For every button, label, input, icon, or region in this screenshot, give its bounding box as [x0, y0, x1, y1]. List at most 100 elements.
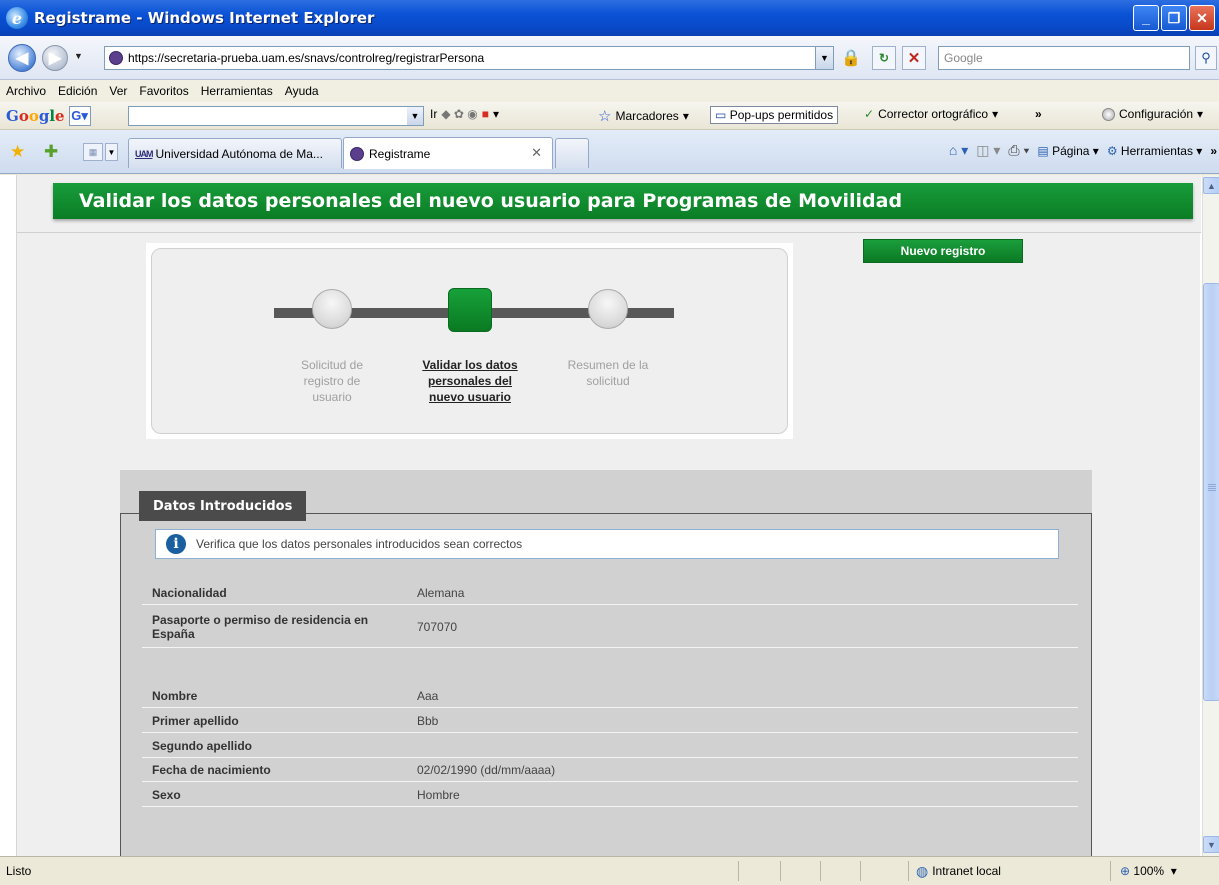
field-row-segundo-apellido: Segundo apellido: [142, 734, 1078, 758]
data-section: Datos Introducidos i Verifica que los da…: [120, 470, 1092, 856]
lock-icon[interactable]: 🔒: [838, 46, 864, 70]
field-value: Hombre: [417, 787, 460, 802]
step-2-marker: [448, 288, 492, 332]
page-header: Validar los datos personales del nuevo u…: [17, 175, 1201, 233]
address-url: https://secretaria-prueba.uam.es/snavs/c…: [128, 51, 485, 65]
new-registration-button[interactable]: Nuevo registro: [863, 239, 1023, 263]
more-chevron[interactable]: »: [1210, 144, 1217, 158]
zoom-level[interactable]: ⊕ 100% ▾: [1120, 864, 1177, 878]
scroll-thumb[interactable]: [1203, 283, 1219, 701]
section-title: Datos Introducidos: [139, 491, 307, 521]
page-body: Validar los datos personales del nuevo u…: [16, 175, 1201, 856]
site-favicon-icon: [350, 146, 364, 161]
tab-bar: ★ ✚ ▦ ▼ UAM Universidad Autónoma de Ma..…: [0, 130, 1219, 174]
minimize-button[interactable]: _: [1133, 5, 1159, 31]
ie-logo-icon: e: [6, 7, 28, 29]
page-viewport: Validar los datos personales del nuevo u…: [0, 175, 1202, 856]
field-label: Primer apellido: [152, 713, 239, 728]
google-search-dropdown[interactable]: ▼: [407, 107, 423, 125]
field-value: 02/02/1990 (dd/mm/aaaa): [417, 762, 556, 777]
globe-icon: ◍: [916, 862, 929, 879]
forward-button[interactable]: ▶: [42, 45, 68, 71]
menu-favoritos[interactable]: Favoritos: [139, 84, 188, 98]
menu-edicion[interactable]: Edición: [58, 84, 97, 98]
google-logo: Google: [6, 106, 65, 125]
step-1-marker: [312, 289, 352, 329]
refresh-button[interactable]: ↻: [872, 46, 896, 70]
tab-registrame[interactable]: Registrame ✕: [343, 137, 553, 169]
status-text: Listo: [6, 864, 32, 878]
favorites-star-icon[interactable]: ★: [10, 142, 25, 162]
title-bar: e Registrame - Windows Internet Explorer…: [0, 0, 1219, 36]
scroll-down-button[interactable]: ▼: [1203, 836, 1219, 853]
menu-ayuda[interactable]: Ayuda: [285, 84, 319, 98]
menu-archivo[interactable]: Archivo: [6, 84, 46, 98]
field-row-sexo: Sexo Hombre: [142, 783, 1078, 807]
step-3-marker: [588, 289, 628, 329]
info-message: i Verifica que los datos personales intr…: [155, 529, 1059, 559]
google-toolbar: Google G ▾ ▼ Ir ◆ ✿ ◉ ■ ▾ ☆ Marcadores ▾ ▭ P…: [0, 102, 1219, 130]
popups-button[interactable]: ▭ Pop-ups permitidos: [710, 106, 839, 124]
feeds-icon[interactable]: ◫ ▾: [976, 142, 1000, 159]
close-tab-icon[interactable]: ✕: [531, 145, 542, 161]
star-outline-icon: ☆: [598, 108, 612, 125]
page-title: Validar los datos personales del nuevo u…: [53, 183, 1193, 219]
security-zone[interactable]: ◍ Intranet local: [916, 863, 1001, 880]
search-placeholder: Google: [944, 51, 983, 65]
maximize-button[interactable]: ❐: [1161, 5, 1187, 31]
tab-list-dropdown[interactable]: ▼: [105, 143, 118, 161]
tools-menu[interactable]: ⚙ Herramientas ▾: [1107, 144, 1203, 158]
add-favorite-icon[interactable]: ✚: [44, 142, 58, 162]
field-value: 707070: [417, 619, 458, 634]
settings-button[interactable]: Configuración ▾: [1102, 107, 1203, 121]
spellcheck-button[interactable]: ✓ Corrector ortográfico ▾: [864, 107, 998, 121]
recent-pages-dropdown[interactable]: ▼: [74, 51, 83, 61]
home-icon[interactable]: ⌂ ▾: [949, 142, 968, 159]
field-label: Nombre: [152, 688, 198, 703]
site-favicon-icon: [109, 51, 123, 65]
new-tab-button[interactable]: [555, 138, 589, 168]
close-window-button[interactable]: ✕: [1189, 5, 1215, 31]
stop-button[interactable]: ✕: [902, 46, 926, 70]
popup-icon: ▭: [715, 108, 727, 122]
search-icon[interactable]: ⚲: [1195, 46, 1217, 70]
tab-label: Universidad Autónoma de Ma...: [155, 146, 323, 161]
tab-uam[interactable]: UAM Universidad Autónoma de Ma...: [128, 138, 342, 168]
google-search-input[interactable]: ▼: [128, 106, 424, 126]
back-button[interactable]: ◀: [8, 44, 36, 72]
google-go-button[interactable]: Ir ◆ ✿ ◉ ■ ▾: [430, 107, 499, 121]
status-bar: Listo ◍ Intranet local ⊕ 100% ▾: [0, 856, 1219, 885]
field-row-primer-apellido: Primer apellido Bbb: [142, 709, 1078, 733]
page-icon: ▤: [1037, 143, 1049, 158]
vertical-scrollbar[interactable]: ▲ ▼: [1202, 175, 1219, 856]
menu-herramientas[interactable]: Herramientas: [201, 84, 273, 98]
field-row-nacionalidad: Nacionalidad Alemana: [142, 581, 1078, 605]
info-text: Verifica que los datos personales introd…: [196, 537, 523, 551]
page-menu[interactable]: ▤ Página ▾: [1037, 144, 1098, 158]
bookmarks-button[interactable]: ☆ Marcadores ▾: [598, 107, 689, 125]
address-dropdown[interactable]: ▼: [815, 47, 833, 69]
command-bar: ⌂ ▾ ◫ ▾ ⎙ ▾ ▤ Página ▾ ⚙ Herramientas ▾ …: [949, 142, 1219, 159]
progress-steps: Solicitud de registro de usuario Validar l…: [146, 243, 793, 439]
print-icon[interactable]: ⎙ ▾: [1008, 142, 1029, 159]
scroll-up-button[interactable]: ▲: [1203, 177, 1219, 194]
field-label: Pasaporte o permiso de residencia en Espa…: [152, 612, 369, 641]
field-row-pasaporte: Pasaporte o permiso de residencia en Espa…: [142, 606, 1078, 648]
address-toolbar: ◀ ▶ ▼ https://secretaria-prueba.uam.es/s…: [0, 36, 1219, 80]
spellcheck-icon: ✓: [864, 107, 875, 121]
menu-ver[interactable]: Ver: [109, 84, 127, 98]
step-2-label[interactable]: Validar los datos personales del nuevo usu…: [405, 357, 535, 405]
field-label: Sexo: [152, 787, 181, 802]
more-chevron[interactable]: »: [1035, 107, 1042, 121]
window-title: Registrame - Windows Internet Explorer: [34, 9, 375, 27]
field-row-nombre: Nombre Aaa: [142, 684, 1078, 708]
search-input[interactable]: Google: [938, 46, 1190, 70]
quick-tabs-icon[interactable]: ▦: [83, 143, 103, 161]
step-3-label: Resumen de la solicitud: [567, 358, 649, 388]
field-value: Aaa: [417, 688, 439, 703]
info-icon: i: [166, 534, 186, 554]
step-1-label: Solicitud de registro de usuario: [300, 358, 364, 404]
address-input[interactable]: https://secretaria-prueba.uam.es/snavs/c…: [104, 46, 834, 70]
google-menu-button[interactable]: G ▾: [68, 105, 91, 126]
field-row-fecha-nacimiento: Fecha de nacimiento 02/02/1990 (dd/mm/aa…: [142, 758, 1078, 782]
